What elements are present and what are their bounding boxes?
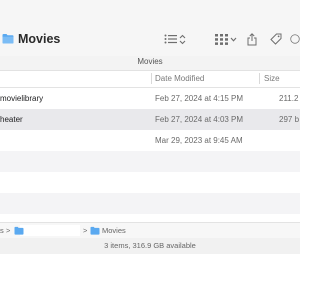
list-view-icon[interactable] [163, 30, 177, 48]
folder-icon [2, 34, 14, 44]
file-name: movielibrary [0, 94, 44, 103]
status-bar: 3 items, 316.9 GB available [0, 238, 300, 254]
empty-row [0, 151, 300, 172]
file-name: heater [0, 115, 23, 124]
tag-icon[interactable] [270, 30, 282, 48]
path-title: Movies [137, 57, 163, 66]
breadcrumb-fragment[interactable]: s [0, 226, 4, 235]
file-row[interactable]: heater Feb 27, 2024 at 4:03 PM 297 b [0, 109, 300, 130]
breadcrumb-movies[interactable]: Movies [102, 226, 126, 235]
file-row[interactable]: Mar 29, 2023 at 9:45 AM [0, 130, 300, 151]
breadcrumb-item[interactable] [20, 225, 80, 236]
file-size: 211.2 [279, 94, 299, 103]
folder-icon [90, 226, 100, 235]
toolbar: Movies [0, 0, 300, 56]
file-size: 297 b [279, 115, 300, 124]
column-size[interactable]: Size [264, 74, 280, 83]
icon-grid-icon[interactable] [214, 30, 228, 48]
share-icon[interactable] [246, 30, 258, 48]
finder-window: Movies Movies Date Modified Size movieli… [0, 0, 300, 254]
path-title-bar: Movies [0, 56, 300, 71]
folder-icon [14, 226, 24, 235]
breadcrumb-separator: > [6, 226, 11, 235]
background [0, 254, 300, 300]
file-row[interactable]: movielibrary Feb 27, 2024 at 4:15 PM 211… [0, 88, 300, 109]
file-date: Mar 29, 2023 at 9:45 AM [155, 136, 243, 145]
status-text: 3 items, 316.9 GB available [104, 241, 196, 250]
column-header: Date Modified Size [0, 71, 300, 88]
path-bar: s > > Movies [0, 222, 300, 238]
chevron-down-icon[interactable] [229, 30, 237, 48]
file-date: Feb 27, 2024 at 4:03 PM [155, 115, 244, 124]
column-date-modified[interactable]: Date Modified [155, 74, 204, 83]
column-divider [259, 73, 260, 84]
column-divider [151, 73, 152, 84]
up-down-chevron-icon[interactable] [178, 30, 186, 48]
file-list: movielibrary Feb 27, 2024 at 4:15 PM 211… [0, 88, 300, 214]
breadcrumb-separator: > [83, 226, 88, 235]
empty-row [0, 193, 300, 214]
file-date: Feb 27, 2024 at 4:15 PM [155, 94, 244, 103]
more-icon[interactable] [290, 30, 300, 48]
empty-row [0, 172, 300, 193]
window-title: Movies [18, 32, 61, 46]
